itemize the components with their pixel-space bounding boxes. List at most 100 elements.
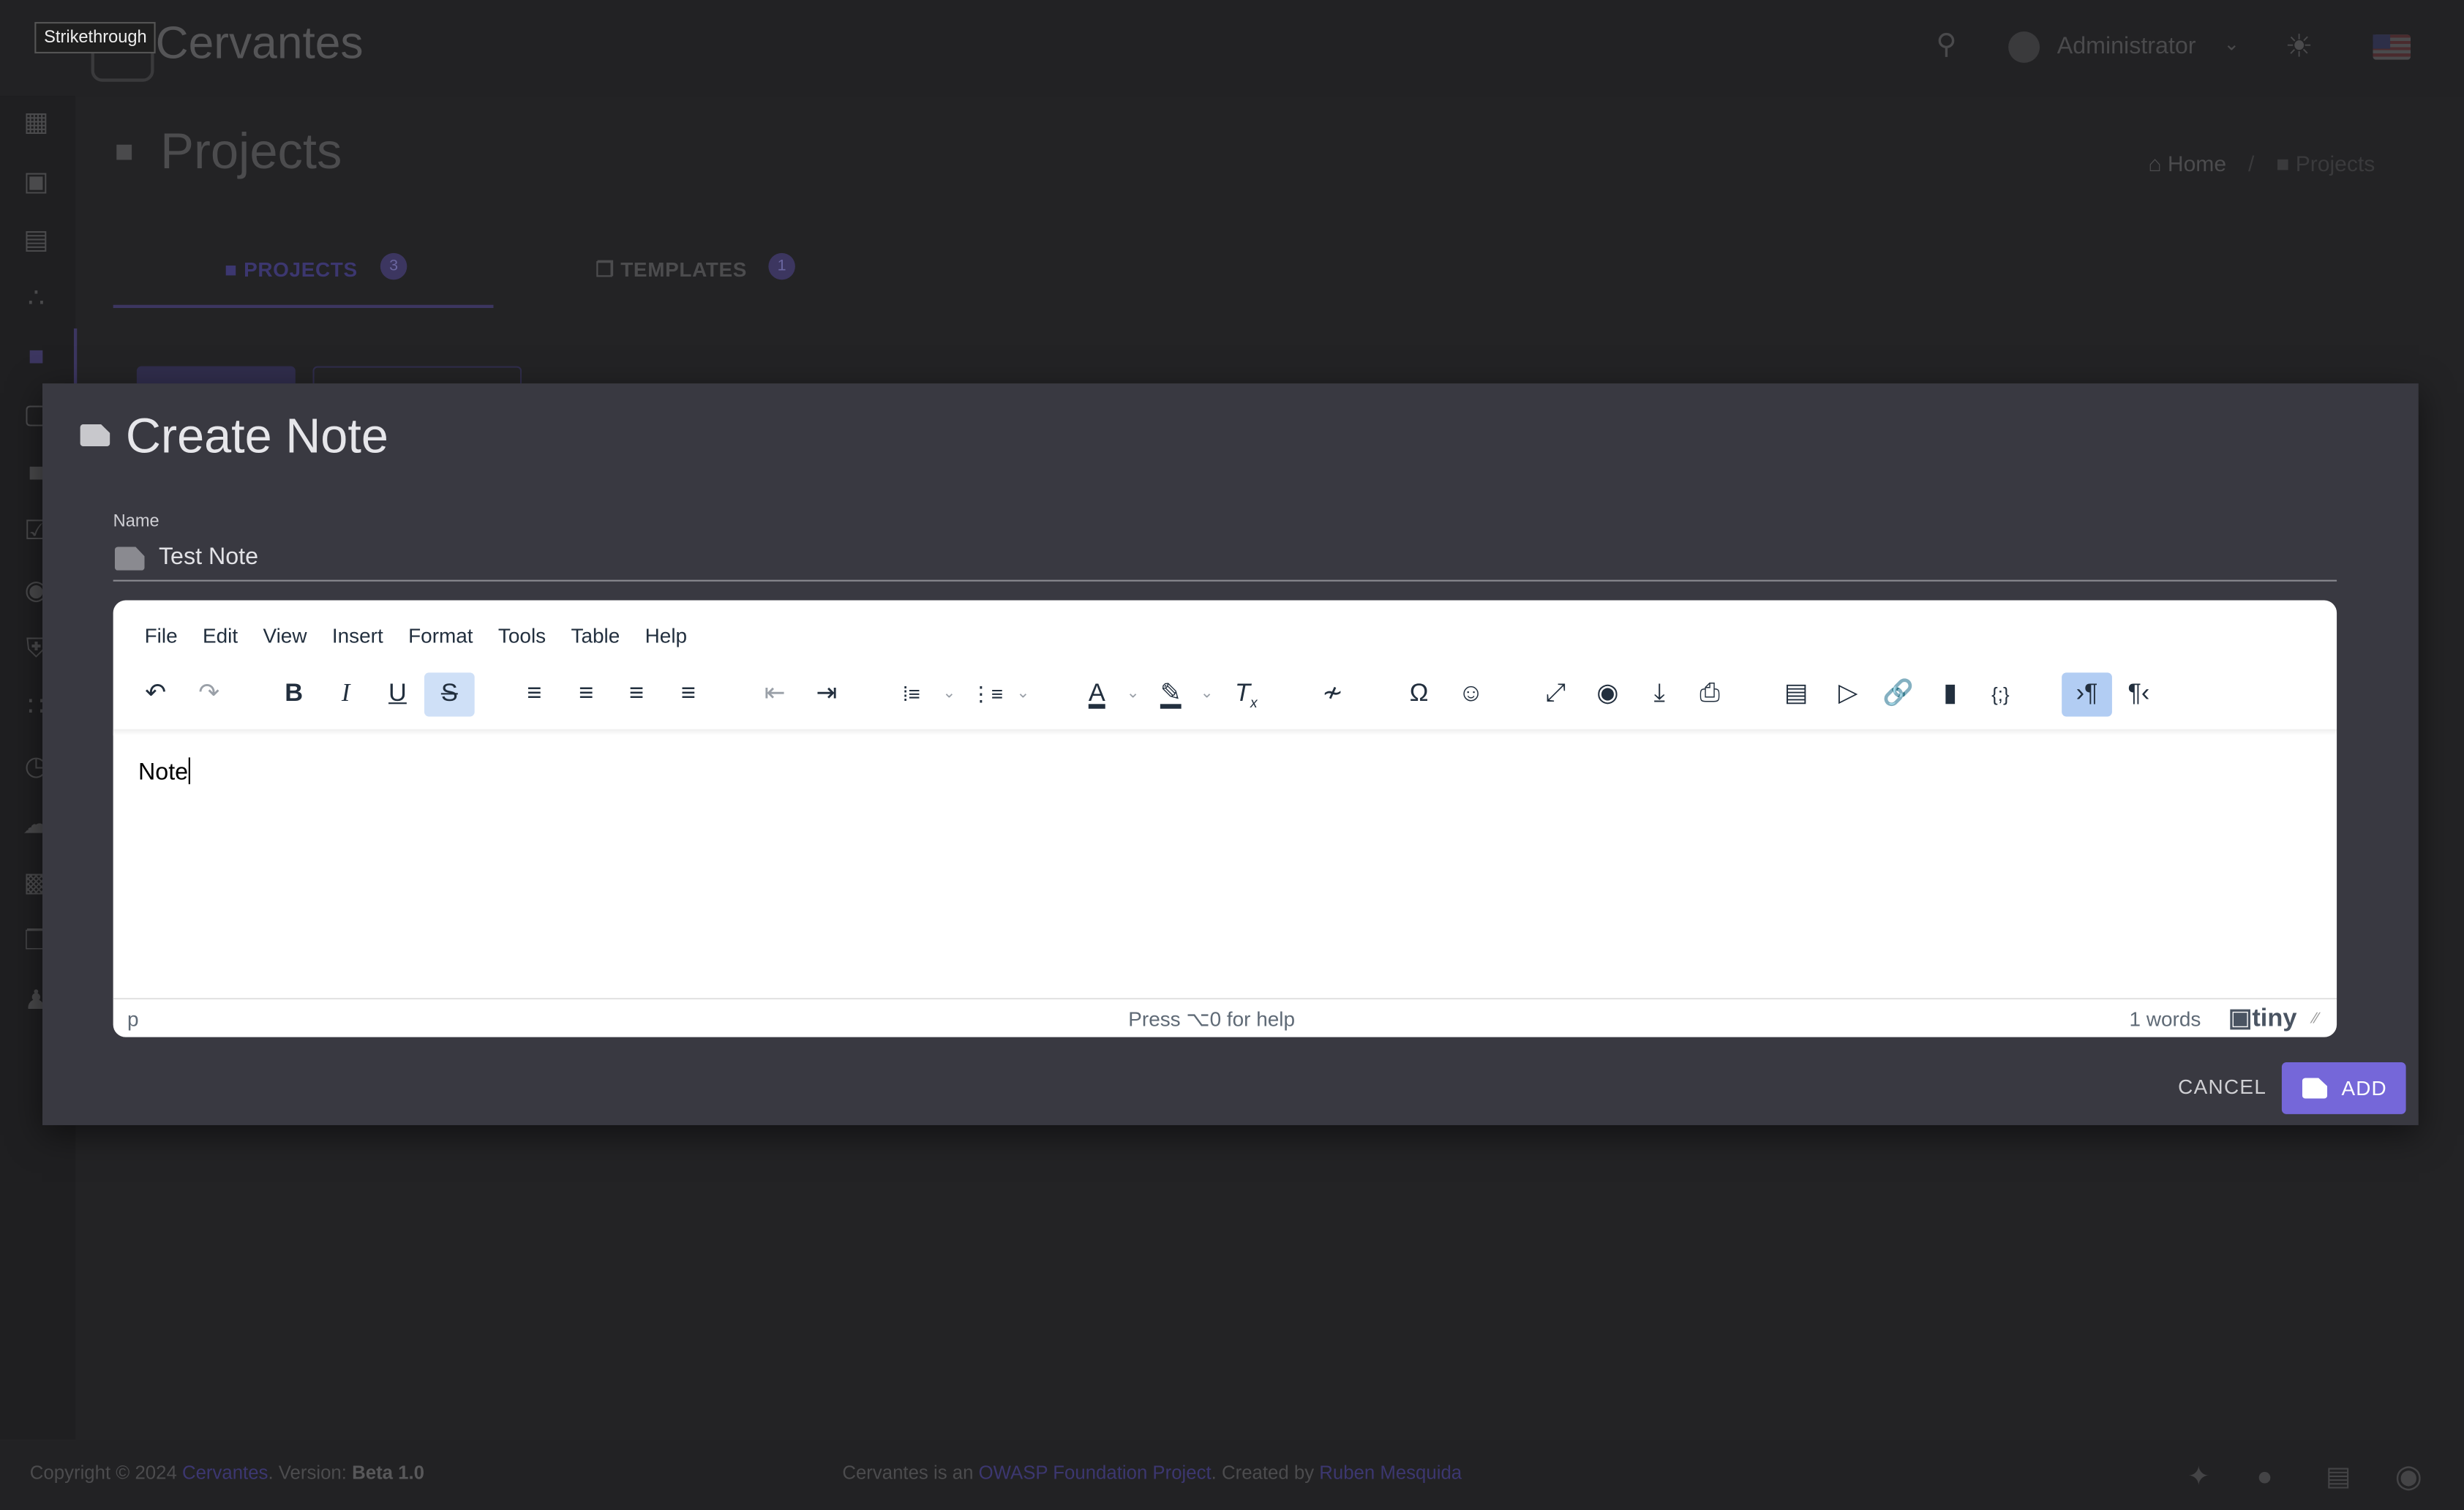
add-label: ADD [2341,1076,2387,1100]
tab-label: TEMPLATES [620,258,748,282]
undo-icon[interactable]: ↶ [130,672,181,716]
chevron-down-icon[interactable]: ⌄ [940,672,959,716]
text-color-icon[interactable]: A [1072,672,1122,716]
redo-icon[interactable]: ↷ [184,672,234,716]
twitter-icon[interactable]: ✦ [2187,1462,2210,1493]
breadcrumb-home[interactable]: Home [2168,151,2226,176]
menu-help[interactable]: Help [645,624,687,647]
tab-label: PROJECTS [244,258,358,282]
underline-icon[interactable]: U [372,672,423,716]
editor-text: Note [138,759,189,786]
italic-icon[interactable]: I [320,672,371,716]
templates-count-badge: 1 [768,252,795,280]
home-icon: ⌂ [2148,151,2162,176]
save-icon[interactable]: ⤓ [1634,672,1685,716]
tab-templates[interactable]: ❐ TEMPLATES [596,258,747,282]
book-icon[interactable]: ▤ [20,225,52,256]
projects-count-badge: 3 [380,252,407,280]
fullscreen-icon[interactable]: ⤢ [1530,672,1581,716]
indent-icon[interactable]: ⇥ [801,672,852,716]
active-indicator [73,328,78,386]
chevron-down-icon[interactable]: ⌄ [2223,33,2239,55]
user-menu[interactable]: Administrator [2057,33,2196,60]
menu-format[interactable]: Format [408,624,473,647]
menu-file[interactable]: File [145,624,178,647]
add-button[interactable]: ADD [2281,1062,2406,1114]
print-icon[interactable]: ⎙ [1685,672,1735,716]
docs-icon[interactable]: ▤ [2326,1462,2351,1493]
editor-menubar: File Edit View Insert Format Tools Table Help [145,624,713,647]
note-icon [80,424,110,447]
menu-edit[interactable]: Edit [203,624,238,647]
bookmark-icon[interactable]: ▮ [1925,672,1975,716]
emoji-icon[interactable]: ☺ [1446,672,1496,716]
strikethrough-icon[interactable]: S [424,672,475,717]
chevron-down-icon[interactable]: ⌄ [1124,672,1143,716]
cancel-button[interactable]: CANCEL [2178,1075,2266,1098]
menu-view[interactable]: View [263,624,307,647]
highlight-icon[interactable]: ✎ [1146,672,1196,716]
github-icon[interactable]: ◉ [2395,1457,2422,1496]
user-avatar[interactable] [2008,31,2040,63]
version: Beta 1.0 [352,1461,424,1484]
clients-icon[interactable]: ∴ [20,283,52,315]
page-break-icon[interactable]: ≁ [1307,672,1358,716]
outdent-icon[interactable]: ⇤ [750,672,800,716]
align-right-icon[interactable]: ≡ [612,672,662,716]
image-icon[interactable]: ▤ [1771,672,1822,716]
tooltip: Strikethrough [34,22,157,54]
chevron-down-icon[interactable]: ⌄ [1013,672,1032,716]
bold-icon[interactable]: B [268,672,319,716]
menu-tools[interactable]: Tools [498,624,546,647]
dashboard-icon[interactable]: ▦ [20,107,52,138]
credits: Cervantes is an OWASP Foundation Project… [842,1461,1462,1484]
cervantes-link[interactable]: Cervantes [182,1462,268,1484]
editor-statusbar: p Press ⌥0 for help 1 words ▣tiny ∕∕ [113,997,2337,1037]
ltr-icon[interactable]: ›¶ [2062,672,2112,717]
tiny-logo[interactable]: ▣tiny [2228,1002,2297,1034]
name-input[interactable]: Test Note [159,544,258,571]
word-count[interactable]: 1 words [2130,1007,2201,1031]
help-hint: Press ⌥0 for help [1128,1007,1296,1032]
page-title: Projects [160,122,342,179]
clear-formatting-icon[interactable]: Tx [1221,672,1272,716]
link-icon[interactable]: 🔗 [1873,672,1923,716]
app-title[interactable]: Cervantes [156,19,364,71]
breadcrumb: ⌂ Home / ■ Projects [2148,151,2375,176]
name-input-underline [113,579,2337,582]
media-icon[interactable]: ▷ [1823,672,1874,716]
discord-icon[interactable]: ● [2257,1462,2273,1493]
code-sample-icon[interactable]: {;} [1975,672,2026,716]
calendar-icon[interactable]: ▣ [20,167,52,198]
editor-content[interactable]: Note [138,757,190,786]
toolbar-divider [113,729,2337,736]
name-label: Name [113,512,159,532]
folder-icon: ■ [114,135,134,170]
resize-handle-icon[interactable]: ∕∕ [2313,1010,2318,1028]
tab-projects[interactable]: ■ PROJECTS [225,258,358,281]
us-flag-icon[interactable] [2373,34,2411,60]
menu-table[interactable]: Table [571,624,620,647]
element-path[interactable]: p [127,1007,139,1031]
align-center-icon[interactable]: ≡ [561,672,612,716]
sun-icon[interactable]: ☀ [2285,27,2313,67]
owasp-link[interactable]: OWASP Foundation Project [979,1462,1212,1484]
special-character-icon[interactable]: Ω [1394,672,1444,716]
rtl-icon[interactable]: ¶‹ [2114,672,2164,716]
note-icon [2302,1078,2328,1099]
active-tab-indicator [113,304,494,309]
numbered-list-icon[interactable]: ⁞≡ [886,672,936,716]
align-left-icon[interactable]: ≡ [509,672,560,716]
chevron-down-icon[interactable]: ⌄ [1198,672,1217,716]
menu-insert[interactable]: Insert [332,624,383,647]
rich-text-editor: File Edit View Insert Format Tools Table Help ↶… [113,600,2337,1037]
preview-icon[interactable]: ◉ [1582,672,1633,716]
create-note-dialog: Create Note Name Test Note File Edit View I… [42,383,2419,1125]
note-icon [114,546,145,571]
author-link[interactable]: Ruben Mesquida [1319,1462,1462,1484]
breadcrumb-separator: / [2247,151,2255,176]
align-justify-icon[interactable]: ≡ [663,672,713,716]
folder-icon[interactable]: ■ [20,341,52,372]
search-icon[interactable]: ⚲ [1936,29,1956,61]
bullet-list-icon[interactable]: ⋮≡ [962,672,1013,716]
